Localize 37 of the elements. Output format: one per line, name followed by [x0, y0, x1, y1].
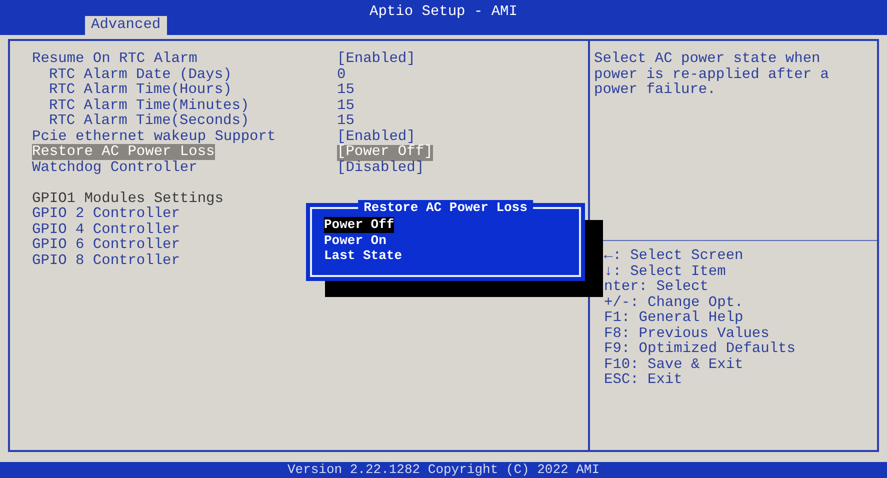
- tab[interactable]: Advanced: [85, 16, 167, 35]
- setting-value[interactable]: [Enabled]: [337, 52, 416, 68]
- setting-value[interactable]: [Enabled]: [337, 130, 416, 145]
- popup-option[interactable]: Power Off: [324, 217, 394, 232]
- setting-label[interactable]: RTC Alarm Time(Seconds): [49, 113, 250, 129]
- popup-option[interactable]: Power On: [324, 232, 386, 248]
- setting-value[interactable]: 15: [337, 114, 354, 130]
- setting-label[interactable]: Restore AC Power Loss: [32, 144, 215, 160]
- version-text: Version 2.22.1282 Copyright (C) 2022 AMI: [287, 462, 600, 478]
- setting-label[interactable]: Resume On RTC Alarm: [32, 51, 198, 67]
- popup-option[interactable]: Last State: [324, 248, 402, 264]
- help-description: Select AC power state when power is re-applied after a power failure.: [594, 52, 830, 98]
- setting-value[interactable]: 0: [337, 68, 346, 83]
- key-hint: F9: Optimized Defaults: [604, 342, 796, 358]
- setting-label[interactable]: RTC Alarm Date (Days): [49, 66, 232, 82]
- key-hint: +/-: Change Opt.: [604, 296, 744, 310]
- setting-label[interactable]: Pcie ethernet wakeup Support: [32, 128, 276, 144]
- setting-label[interactable]: GPIO 6 Controller: [32, 237, 180, 253]
- section-title: GPIO1 Modules Settings: [32, 192, 224, 206]
- setting-value[interactable]: [Disabled]: [337, 160, 424, 176]
- setting-value[interactable]: 15: [337, 98, 354, 114]
- setting-label[interactable]: GPIO 4 Controller: [32, 222, 180, 238]
- key-hint: nter: Select: [604, 280, 710, 296]
- setting-label[interactable]: GPIO 8 Controller: [32, 252, 180, 268]
- setting-label[interactable]: RTC Alarm Time(Minutes): [49, 98, 250, 114]
- setting-label[interactable]: RTC Alarm Time(Hours): [49, 82, 232, 98]
- key-hint: F1: General Help: [604, 311, 744, 326]
- setting-value[interactable]: [Power Off]: [337, 145, 433, 160]
- setting-label[interactable]: Watchdog Controller: [32, 160, 198, 176]
- key-hint: ESC: Exit: [604, 373, 684, 388]
- setting-value[interactable]: 15: [337, 83, 354, 98]
- setting-label[interactable]: GPIO 2 Controller: [32, 206, 180, 222]
- key-hint: F8: Previous Values: [604, 326, 770, 342]
- key-hint: F10: Save & Exit: [604, 358, 744, 372]
- key-hint: ←: Select Screen: [604, 249, 744, 264]
- window-title: Aptio Setup - AMI: [370, 5, 518, 20]
- key-hint: ↓: Select Item: [604, 264, 727, 280]
